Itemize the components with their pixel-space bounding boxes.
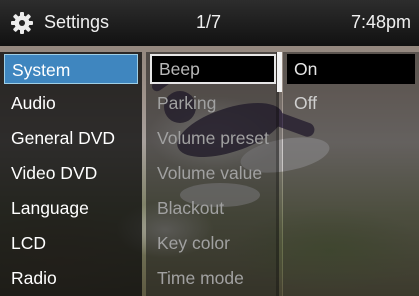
value-list: On Off xyxy=(283,52,419,296)
option-item-volume-preset[interactable]: Volume preset xyxy=(150,123,276,153)
option-list: Beep Parking Volume preset Volume value … xyxy=(146,52,279,296)
option-item-parking[interactable]: Parking xyxy=(150,88,276,118)
category-item-video-dvd[interactable]: Video DVD xyxy=(4,158,138,188)
value-item-off[interactable]: Off xyxy=(287,88,415,118)
page-title: Settings xyxy=(44,12,110,32)
category-item-system[interactable]: System xyxy=(4,54,138,84)
option-item-time-mode[interactable]: Time mode xyxy=(150,263,276,293)
clock: 7:48pm xyxy=(350,12,411,32)
category-item-audio[interactable]: Audio xyxy=(4,88,138,118)
category-item-radio[interactable]: Radio xyxy=(4,263,138,293)
category-item-language[interactable]: Language xyxy=(4,193,138,223)
option-item-key-color[interactable]: Key color xyxy=(150,228,276,258)
page-indicator: 1/7 xyxy=(196,12,222,32)
option-item-beep[interactable]: Beep xyxy=(150,54,276,84)
option-item-volume-value[interactable]: Volume value xyxy=(150,158,276,188)
gear-icon xyxy=(11,12,33,34)
category-list: System Audio General DVD Video DVD Langu… xyxy=(0,52,142,296)
category-item-lcd[interactable]: LCD xyxy=(4,228,138,258)
option-scrollbar-thumb[interactable] xyxy=(277,52,282,92)
value-item-on[interactable]: On xyxy=(287,54,415,84)
status-bar: Settings 1/7 7:48pm xyxy=(0,0,419,46)
option-item-blackout[interactable]: Blackout xyxy=(150,193,276,223)
category-item-general-dvd[interactable]: General DVD xyxy=(4,123,138,153)
